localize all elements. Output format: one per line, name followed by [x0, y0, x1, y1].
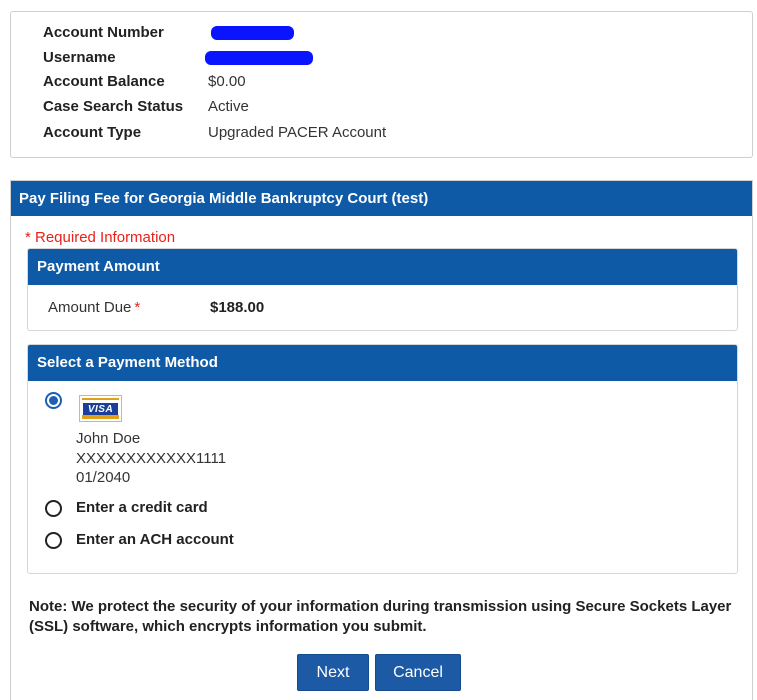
redaction-mark [211, 26, 294, 41]
enter-credit-card-label[interactable]: Enter a credit card [76, 499, 208, 516]
account-type-label: Account Type [43, 124, 142, 141]
card-number: XXXXXXXXXXXX1111 [76, 450, 227, 467]
next-button[interactable]: Next [297, 654, 369, 691]
pay-filing-fee-panel: Pay Filing Fee for Georgia Middle Bankru… [10, 180, 753, 700]
account-number-label: Account Number [43, 24, 164, 41]
saved-card-radio[interactable] [45, 392, 62, 409]
amount-due-label: Amount Due [48, 299, 132, 316]
payment-amount-panel: Payment Amount Amount Due * $188.00 [27, 248, 738, 331]
amount-due-row: Amount Due * $188.00 [48, 299, 264, 316]
redaction-mark [205, 51, 313, 66]
payment-amount-title: Payment Amount [28, 249, 737, 285]
visa-card-icon: VISA [79, 395, 122, 422]
required-marker: * [134, 299, 141, 316]
account-info-panel: Account Number Username Account Balance … [10, 11, 753, 158]
card-holder-name: John Doe [76, 430, 141, 447]
payment-method-title: Select a Payment Method [28, 345, 737, 381]
account-number-value [208, 23, 294, 43]
enter-ach-account-label[interactable]: Enter an ACH account [76, 531, 234, 548]
amount-due-value: $188.00 [210, 299, 265, 316]
payment-method-panel: Select a Payment Method VISA John Doe XX… [27, 344, 738, 574]
case-search-status-value: Active [208, 98, 249, 115]
required-information-note: * Required Information [25, 229, 176, 246]
panel-title: Pay Filing Fee for Georgia Middle Bankru… [11, 181, 752, 216]
account-balance-label: Account Balance [43, 73, 165, 90]
account-balance-value: $0.00 [208, 73, 246, 90]
card-expiry: 01/2040 [76, 469, 131, 486]
ach-account-radio[interactable] [45, 532, 62, 549]
username-label: Username [43, 49, 116, 66]
username-value [205, 48, 313, 68]
ssl-security-note: Note: We protect the security of your in… [29, 598, 732, 635]
credit-card-radio[interactable] [45, 500, 62, 517]
cancel-button[interactable]: Cancel [375, 654, 461, 691]
account-type-value: Upgraded PACER Account [208, 124, 387, 141]
case-search-status-label: Case Search Status [43, 98, 184, 115]
